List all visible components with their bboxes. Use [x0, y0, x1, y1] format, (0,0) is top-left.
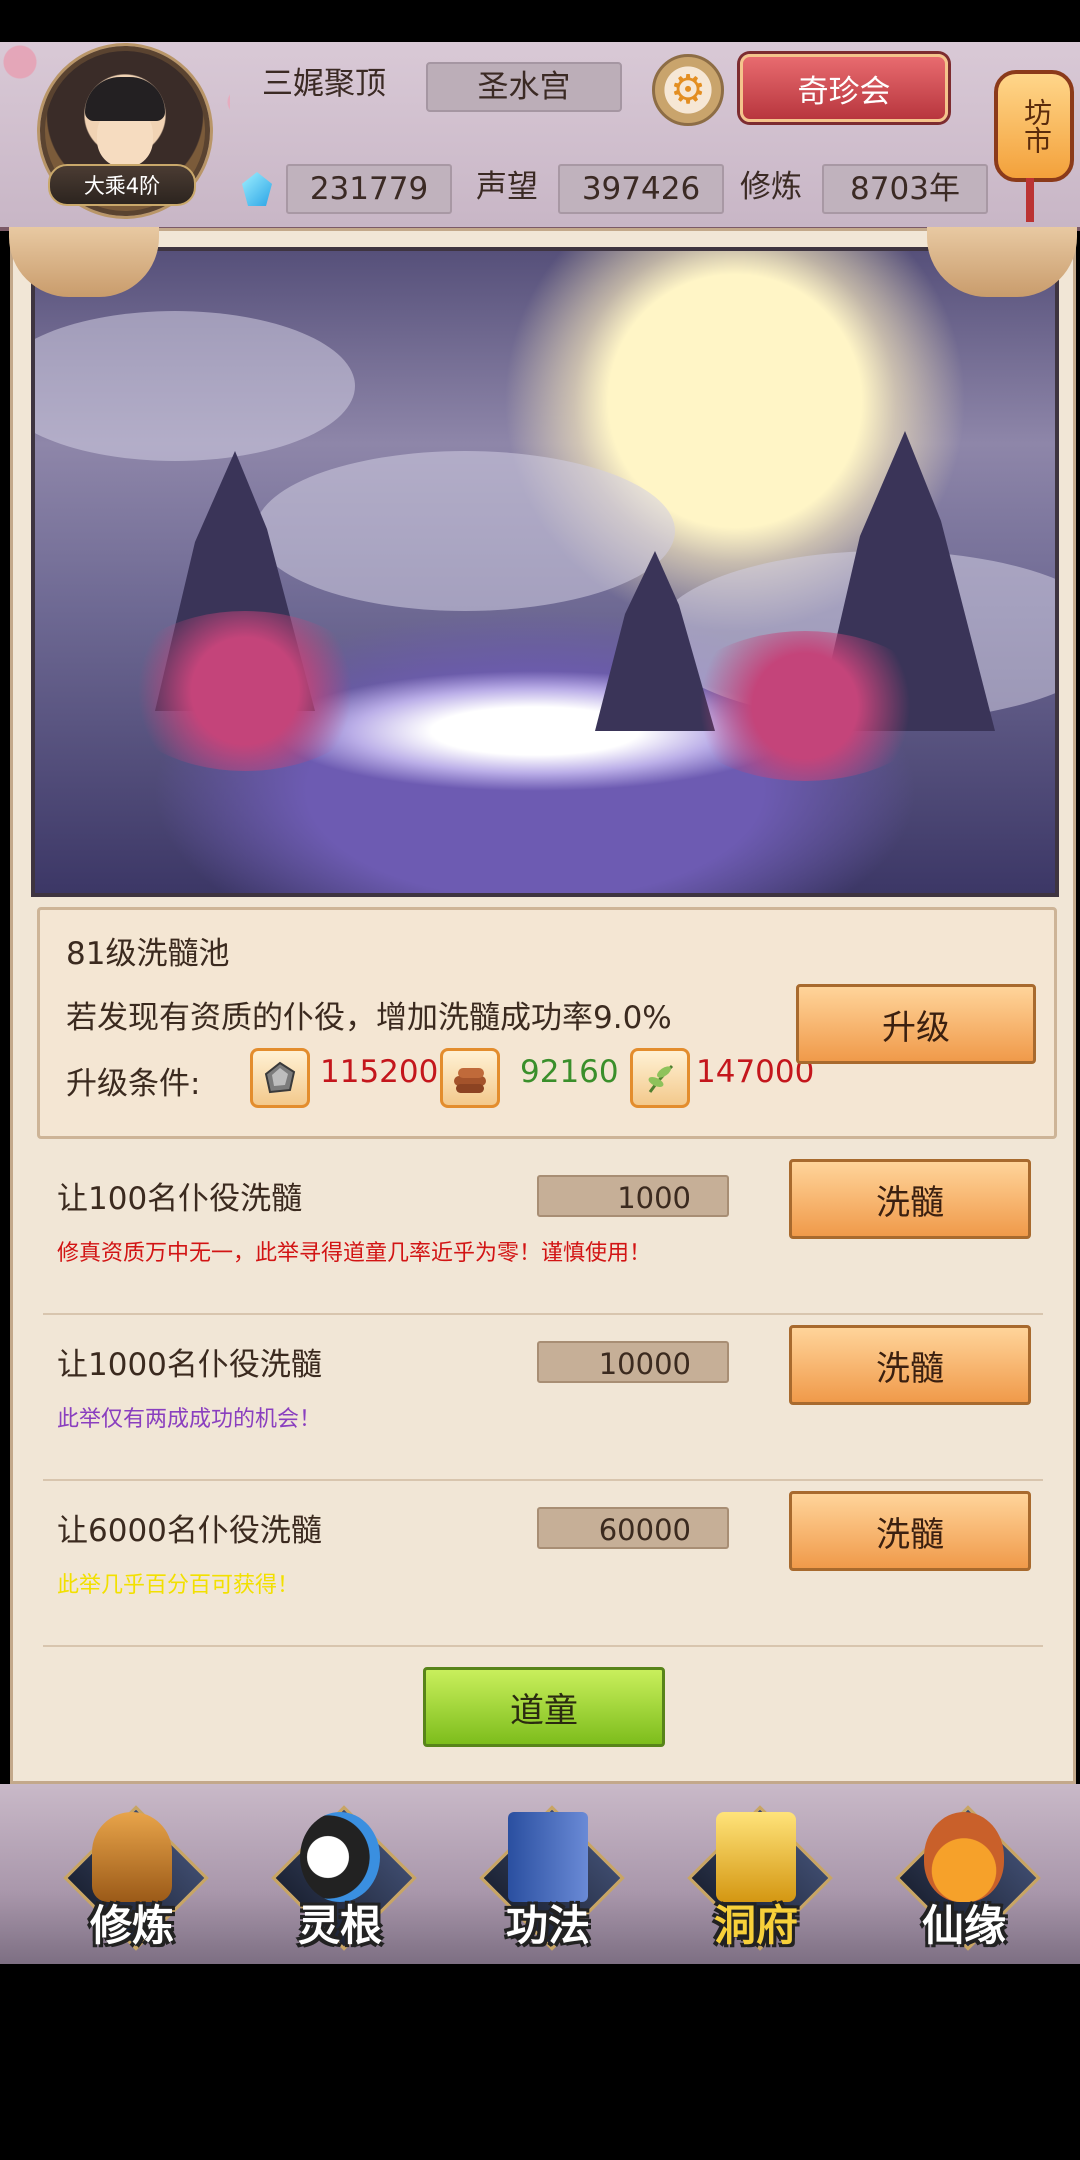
wash-option-title: 让1000名仆役洗髓 [57, 1347, 322, 1383]
nav-label: 仙缘 [921, 1901, 1006, 1950]
cloud [255, 451, 675, 611]
rank-badge: 大乘4阶 [48, 164, 196, 206]
nav-cultivation[interactable]: 修炼 [52, 1804, 212, 1954]
herb-icon [630, 1048, 690, 1108]
wash-6000-button[interactable]: 洗髓 [789, 1491, 1031, 1571]
book-icon [508, 1812, 588, 1902]
lantern-tassel [1026, 178, 1034, 222]
washing-pool-scene-image [31, 247, 1059, 897]
pool-info-box: 81级洗髓池 若发现有资质的仆役，增加洗髓成功率9.0% 升级条件: 11520… [37, 907, 1057, 1139]
spirit-stone-icon [242, 172, 272, 206]
nav-label: 功法 [505, 1901, 590, 1950]
wash-option-hint: 此举仅有两成成功的机会！ [57, 1407, 322, 1432]
upgrade-condition-label: 升级条件: [66, 1066, 201, 1102]
nav-techniques[interactable]: 功法 [468, 1804, 628, 1954]
wood-icon [440, 1048, 500, 1108]
settings-button[interactable]: ⚙ [652, 54, 724, 126]
player-name: 三娓聚顶 [262, 66, 386, 102]
market-label: 坊市 [994, 70, 1074, 182]
cultivation-value: 8703年 [822, 164, 988, 214]
nav-immortal-fate[interactable]: 仙缘 [884, 1804, 1044, 1954]
wash-1000-button[interactable]: 洗髓 [789, 1325, 1031, 1405]
gear-icon: ⚙ [670, 67, 706, 113]
pool-title: 81级洗髓池 [66, 936, 230, 972]
main-panel: 81级洗髓池 若发现有资质的仆役，增加洗髓成功率9.0% 升级条件: 11520… [9, 227, 1077, 1784]
sect-name: 圣水宫 [426, 62, 622, 112]
upgrade-button[interactable]: 升级 [796, 984, 1036, 1064]
cultivation-label: 修炼 [740, 169, 802, 205]
market-button[interactable]: 坊市 [992, 42, 1074, 222]
wash-option-title: 让100名仆役洗髓 [57, 1181, 303, 1217]
wash-option-6000: 让6000名仆役洗髓 60000 此举几乎百分百可获得！ 洗髓 [43, 1479, 1043, 1647]
nav-label: 灵根 [297, 1901, 382, 1950]
wash-option-title: 让6000名仆役洗髓 [57, 1513, 322, 1549]
nav-label: 修炼 [89, 1901, 174, 1950]
wood-cost: 92160 [520, 1054, 619, 1090]
daotong-button[interactable]: 道童 [423, 1667, 665, 1747]
wash-option-cost: 1000 [537, 1175, 729, 1217]
treasure-fair-button[interactable]: 奇珍会 [740, 54, 948, 122]
monk-icon [92, 1812, 172, 1902]
nav-spirit-root[interactable]: 灵根 [260, 1804, 420, 1954]
reputation-value: 397426 [558, 164, 724, 214]
wash-option-cost: 60000 [537, 1507, 729, 1549]
reputation-label: 声望 [476, 169, 538, 205]
ore-cost: 115200 [320, 1054, 439, 1090]
cloud [35, 311, 355, 461]
golden-palace-icon [716, 1812, 796, 1902]
wash-option-cost: 10000 [537, 1341, 729, 1383]
taiji-sword-icon [300, 1812, 380, 1902]
wash-option-hint: 此举几乎百分百可获得！ [57, 1573, 300, 1598]
spirit-stone-value: 231779 [286, 164, 452, 214]
blossom-trees [675, 631, 935, 781]
top-header: 大乘4阶 三娓聚顶 圣水宫 ⚙ 奇珍会 坊市 231779 声望 397426 … [0, 42, 1080, 231]
nav-cave-dwelling[interactable]: 洞府 [676, 1804, 836, 1954]
pool-description: 若发现有资质的仆役，增加洗髓成功率9.0% [66, 1000, 672, 1036]
avatar-hair [85, 77, 165, 121]
wash-option-1000: 让1000名仆役洗髓 10000 此举仅有两成成功的机会！ 洗髓 [43, 1313, 1043, 1481]
bottom-nav: 修炼 灵根 功法 洞府 仙缘 [0, 1784, 1080, 1964]
nav-label: 洞府 [713, 1901, 798, 1950]
gourd-icon [924, 1812, 1004, 1902]
wash-option-hint: 修真资质万中无一，此举寻得道童几率近乎为零！谨慎使用！ [57, 1241, 652, 1266]
wash-100-button[interactable]: 洗髓 [789, 1159, 1031, 1239]
wash-option-100: 让100名仆役洗髓 1000 修真资质万中无一，此举寻得道童几率近乎为零！谨慎使… [43, 1147, 1043, 1315]
blossom-trees [115, 611, 375, 771]
ore-icon [250, 1048, 310, 1108]
